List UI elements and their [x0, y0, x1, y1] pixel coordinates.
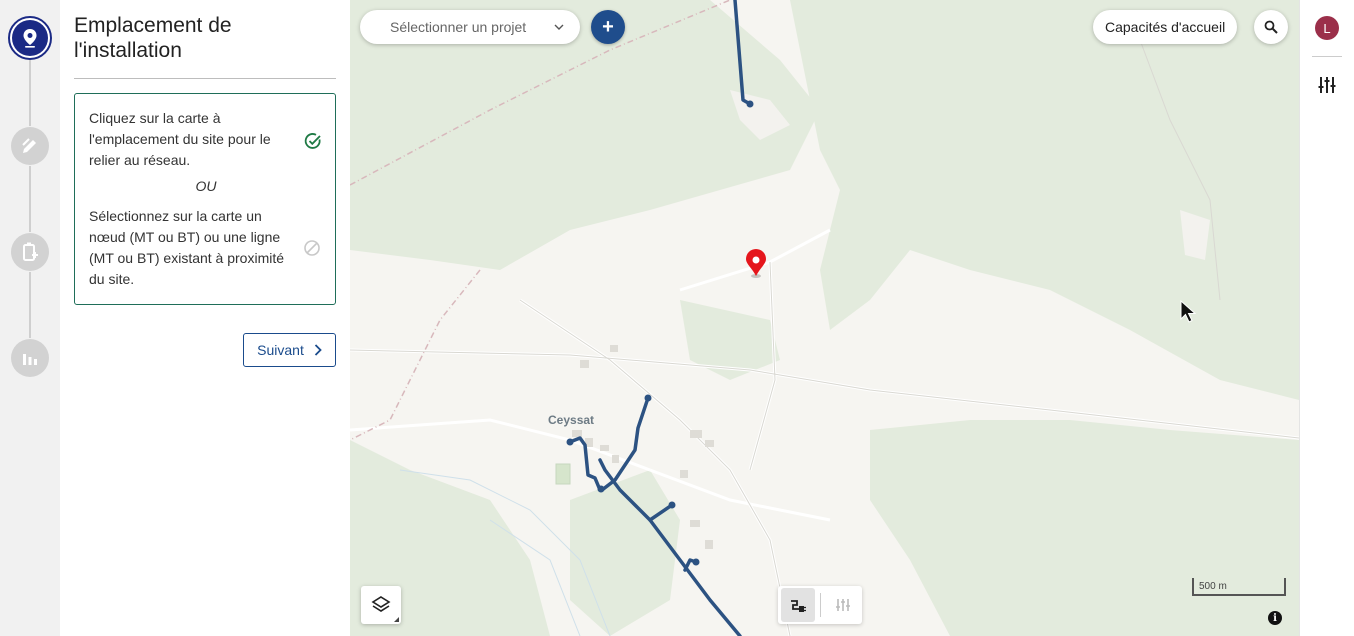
map-tools-group: [778, 586, 862, 624]
location-options-card: Cliquez sur la carte à l'emplacement du …: [74, 93, 336, 305]
sliders-icon: [836, 599, 850, 611]
search-button[interactable]: [1254, 10, 1288, 44]
stepper-connector: [29, 166, 31, 232]
network-tool-button[interactable]: [781, 588, 815, 622]
filter-tool-button[interactable]: [826, 588, 860, 622]
info-button[interactable]: i: [1268, 611, 1282, 625]
plus-icon: +: [602, 15, 614, 38]
right-toolbar-divider: [1312, 56, 1342, 57]
user-avatar[interactable]: L: [1315, 16, 1339, 40]
or-separator: OU: [195, 178, 217, 194]
project-select-placeholder: Sélectionner un projet: [390, 19, 527, 35]
scale-label: 500 m: [1199, 581, 1227, 592]
step-location[interactable]: [8, 16, 52, 60]
network-plug-icon: [791, 600, 806, 612]
corner-indicator-icon: [394, 617, 399, 622]
search-icon: [1264, 20, 1278, 34]
edit-icon: [22, 138, 36, 153]
page-title: Emplacement de l'installation: [74, 14, 232, 62]
next-button[interactable]: Suivant: [243, 333, 336, 367]
stepper-connector: [29, 272, 31, 338]
chevron-down-icon: [554, 24, 564, 30]
bar-chart-icon: [23, 354, 37, 365]
step-edit[interactable]: [11, 127, 49, 165]
step-results[interactable]: [11, 339, 49, 377]
info-icon: i: [1273, 612, 1277, 624]
right-toolbar: L: [1299, 0, 1354, 636]
option-select-node-text: Sélectionnez sur la carte un nœud (MT ou…: [89, 208, 285, 287]
map-tiles: [350, 0, 1299, 636]
scale-bar: 500 m: [1192, 578, 1286, 596]
disabled-circle-icon: [304, 240, 320, 256]
next-button-label: Suivant: [257, 342, 304, 358]
layers-button[interactable]: [361, 586, 401, 624]
stepper-rail: [0, 0, 60, 636]
option-click-map-text: Cliquez sur la carte à l'emplacement du …: [89, 110, 271, 168]
step-connection[interactable]: [11, 233, 49, 271]
map-canvas[interactable]: Ceyssat Sélectionner un projet + Capacit…: [350, 0, 1299, 636]
chevron-right-icon: [314, 344, 322, 356]
layers-icon: [371, 596, 391, 612]
add-project-button[interactable]: +: [591, 10, 625, 44]
tune-icon: [1318, 77, 1336, 93]
side-panel: Emplacement de l'installation Cliquez su…: [60, 0, 350, 636]
avatar-letter: L: [1323, 20, 1331, 36]
stepper-connector: [29, 60, 31, 126]
town-label: Ceyssat: [548, 413, 595, 427]
tools-divider: [820, 593, 821, 617]
location-marker-icon: [746, 249, 766, 278]
settings-button[interactable]: [1317, 75, 1337, 100]
location-pin-icon: [23, 29, 37, 48]
check-circle-icon: [304, 133, 321, 149]
title-divider: [74, 78, 336, 79]
capacity-button[interactable]: Capacités d'accueil: [1093, 10, 1238, 44]
project-select[interactable]: Sélectionner un projet: [360, 10, 580, 44]
battery-plug-icon: [23, 242, 38, 261]
mouse-cursor-icon: [1180, 300, 1197, 323]
capacity-button-label: Capacités d'accueil: [1105, 19, 1226, 35]
